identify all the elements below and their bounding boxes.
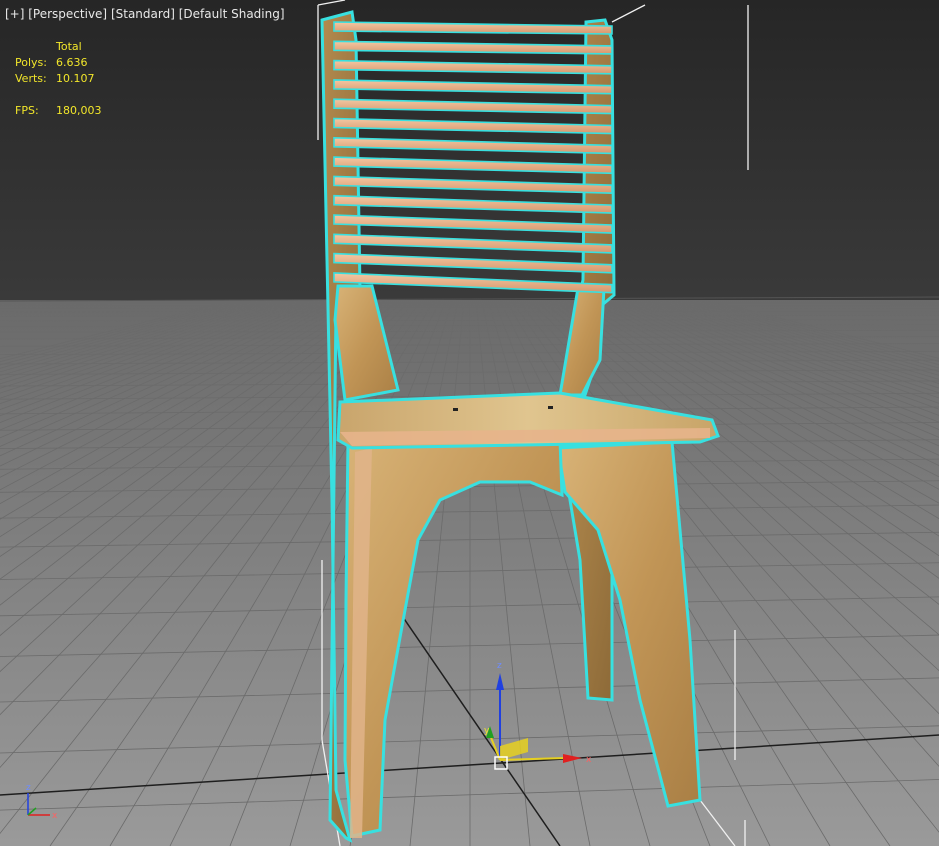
chair-back-slat[interactable] [333,40,613,55]
viewport-menu-shading[interactable]: [Default Shading] [179,7,285,21]
viewport-menu-perspective[interactable]: [Perspective] [28,7,107,21]
stats-polys-value: 6.636 [56,56,88,69]
chair-back-slat[interactable] [333,156,613,175]
chair-back-slat[interactable] [333,233,613,254]
chair-back-slat[interactable] [333,194,613,214]
viewport-menu-plus[interactable]: [+] [5,7,24,21]
chair-back-slat[interactable] [333,136,613,155]
chair-back-slat[interactable] [333,252,613,274]
chair-back-slat[interactable] [333,272,613,294]
chair-back-slat[interactable] [333,79,613,95]
stats-header: Total [56,40,82,53]
world-axis-z-label: z [26,783,31,793]
chair-back-slat[interactable] [333,59,613,75]
stats-verts-label: Verts: [15,72,47,85]
stats-polys-label: Polys: [15,56,47,69]
chair-back-slat[interactable] [333,98,613,115]
chair-back-slat[interactable] [333,175,613,195]
world-axis-x-label: x [52,811,58,821]
gizmo-z-label: z [497,661,502,671]
chair-back-slat[interactable] [333,117,613,135]
perspective-viewport[interactable]: z x y z x [+] [Perspective] [Standard] [… [0,0,939,846]
stats-verts-value: 10.107 [56,72,95,85]
chair-back-slats[interactable] [333,21,613,294]
chair-back-slat[interactable] [333,21,613,35]
chair-back-slat[interactable] [333,214,613,234]
viewport-scene[interactable]: z x y z x [0,0,939,846]
seat-slot [453,408,458,411]
gizmo-x-label: x [586,755,592,765]
viewport-label: [+] [Perspective] [Standard] [Default Sh… [5,7,285,21]
stats-fps-label: FPS: [15,104,39,117]
viewport-menu-standard[interactable]: [Standard] [111,7,175,21]
gizmo-y-label: y [484,726,490,736]
seat-slot [548,406,553,409]
stats-fps-value: 180,003 [56,104,102,117]
